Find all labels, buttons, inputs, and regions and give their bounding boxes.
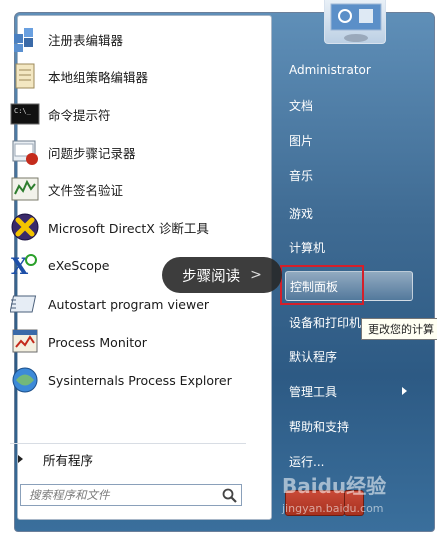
- user-picture-icon: [330, 3, 382, 42]
- right-item-documents[interactable]: 文档: [285, 90, 413, 120]
- right-item-label: Administrator: [289, 63, 371, 77]
- program-label: 文件签名验证: [48, 182, 124, 198]
- right-item-label: 默认程序: [289, 349, 338, 364]
- chevron-right-icon: >: [250, 267, 262, 283]
- all-programs-button[interactable]: 所有程序: [18, 448, 93, 470]
- autostart-icon: [9, 289, 40, 319]
- right-item-games[interactable]: 游戏: [285, 198, 413, 228]
- right-item-label: 计算机: [289, 240, 326, 255]
- program-item[interactable]: Sysinternals Process Explorer: [10, 363, 248, 397]
- program-label: Process Monitor: [48, 334, 147, 350]
- right-item-help-support[interactable]: 帮助和支持: [285, 411, 413, 441]
- program-label: Sysinternals Process Explorer: [48, 372, 232, 388]
- program-item[interactable]: C:\_ 命令提示符: [10, 97, 248, 131]
- right-item-label: 管理工具: [289, 384, 338, 399]
- right-item-label: 文档: [289, 98, 314, 113]
- exescope-icon: X: [10, 250, 40, 280]
- search-box[interactable]: [20, 484, 242, 506]
- step-reading-label: 步骤阅读: [182, 268, 241, 285]
- program-label: Microsoft DirectX 诊断工具: [48, 220, 209, 236]
- right-item-label: 游戏: [289, 206, 314, 221]
- program-label: Autostart program viewer: [48, 296, 210, 312]
- all-programs-label: 所有程序: [43, 452, 94, 468]
- right-item-label: 音乐: [289, 168, 314, 183]
- program-label: 本地组策略编辑器: [48, 69, 149, 85]
- right-item-music[interactable]: 音乐: [285, 160, 413, 190]
- tooltip-text: 更改您的计算: [368, 323, 434, 336]
- baidu-watermark: Baidu经验 jingyan.baidu.com: [282, 470, 412, 520]
- program-item[interactable]: Microsoft DirectX 诊断工具: [10, 210, 248, 244]
- right-item-default-programs[interactable]: 默认程序: [285, 341, 413, 371]
- search-icon[interactable]: [219, 486, 241, 504]
- svg-text:C:\_: C:\_: [14, 107, 32, 115]
- program-item[interactable]: 文件签名验证: [10, 172, 248, 206]
- tooltip: 更改您的计算: [361, 318, 437, 340]
- program-item[interactable]: 问题步骤记录器: [10, 135, 248, 169]
- directx-icon: [10, 212, 40, 242]
- right-item-label: 图片: [289, 133, 314, 148]
- file-signature-icon: [10, 174, 40, 204]
- right-item-label: 帮助和支持: [289, 419, 350, 434]
- registry-editor-icon: [10, 24, 40, 54]
- command-prompt-icon: C:\_: [10, 99, 40, 129]
- right-item-pictures[interactable]: 图片: [285, 125, 413, 155]
- steps-recorder-icon: [10, 137, 40, 167]
- search-input[interactable]: [21, 485, 219, 505]
- right-item-administrator[interactable]: Administrator: [285, 55, 413, 85]
- program-item[interactable]: 注册表编辑器: [10, 22, 248, 56]
- right-item-label: 设备和打印机: [289, 315, 362, 330]
- program-label: 问题步骤记录器: [48, 145, 136, 161]
- user-picture-tile[interactable]: [324, 0, 386, 44]
- process-monitor-icon: [10, 327, 40, 357]
- process-explorer-icon: [10, 365, 40, 395]
- program-label: 注册表编辑器: [48, 32, 124, 48]
- group-policy-icon: [10, 61, 40, 91]
- program-label: eXeScope: [48, 257, 110, 273]
- program-item[interactable]: 本地组策略编辑器: [10, 59, 248, 93]
- watermark-brand: Baidu经验: [282, 474, 387, 498]
- program-label: 命令提示符: [48, 107, 111, 123]
- right-item-computer[interactable]: 计算机: [285, 232, 413, 262]
- triangle-right-icon: [18, 455, 23, 463]
- watermark-url: jingyan.baidu.com: [282, 502, 384, 515]
- right-item-admin-tools[interactable]: 管理工具: [285, 376, 413, 406]
- highlight-box: [280, 265, 364, 305]
- program-item[interactable]: Process Monitor: [10, 325, 248, 359]
- right-item-label: 运行...: [289, 454, 325, 469]
- step-reading-button[interactable]: 步骤阅读 >: [162, 257, 282, 293]
- submenu-arrow-icon: [402, 387, 407, 395]
- menu-separator: [10, 443, 246, 444]
